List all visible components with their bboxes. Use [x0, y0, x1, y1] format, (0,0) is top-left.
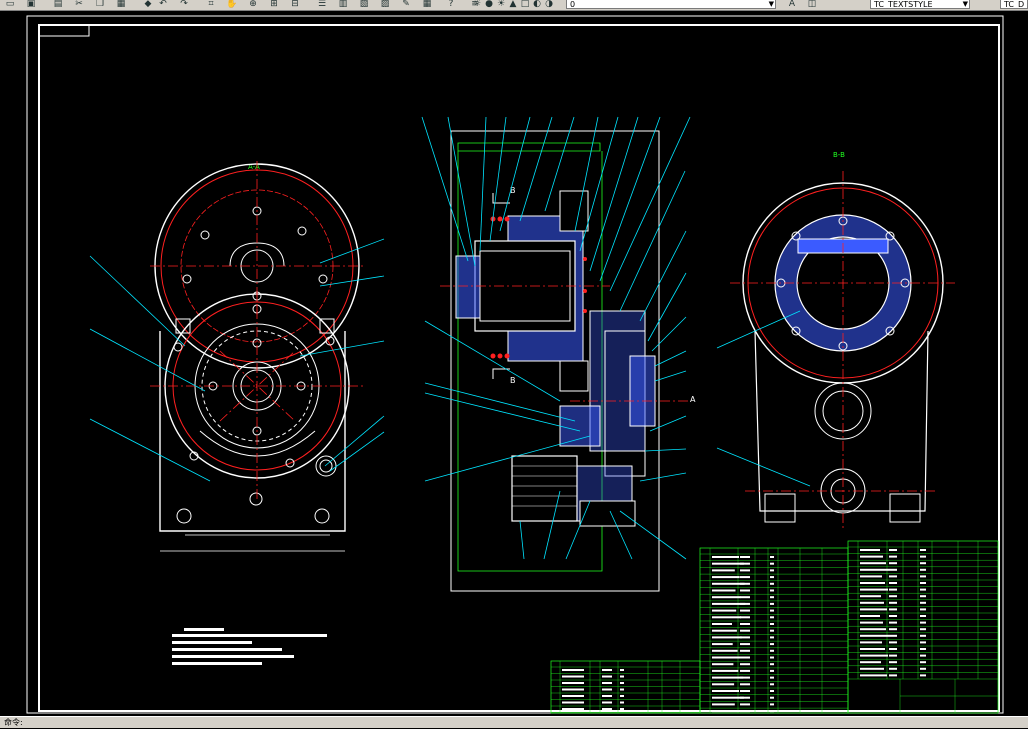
view-b-label: B-B: [833, 151, 845, 159]
view-a-a: A-A: [89, 161, 385, 552]
dim-style-icon[interactable]: ◫: [805, 0, 819, 9]
pan-icon[interactable]: ✋: [225, 0, 239, 9]
section-a-label: A: [690, 395, 696, 404]
section-b-label-bottom: B: [510, 376, 516, 385]
paste-icon[interactable]: ▦: [114, 0, 128, 9]
drawing-canvas[interactable]: A-A B B A B-B: [0, 11, 1028, 716]
table-grid: [551, 541, 998, 713]
sheet-set-icon[interactable]: ▨: [378, 0, 392, 9]
match-icon[interactable]: ◆: [141, 0, 155, 9]
print-icon[interactable]: ▤: [51, 0, 65, 9]
design-center-icon[interactable]: ▥: [336, 0, 350, 9]
text-style-icon[interactable]: A: [785, 0, 799, 9]
dim-style-value: TC_D: [1004, 0, 1025, 9]
calculator-icon[interactable]: ▦: [420, 0, 434, 9]
open-icon[interactable]: ▭: [3, 0, 17, 9]
corner-label-box: [38, 24, 90, 37]
tool-palettes-icon[interactable]: ▧: [357, 0, 371, 9]
layer-match-icon[interactable]: ◑: [542, 0, 556, 9]
help-icon[interactable]: ?: [444, 0, 458, 9]
zoom-realtime-icon[interactable]: ⊕: [246, 0, 260, 9]
technical-notes: [172, 628, 327, 665]
layer-dropdown[interactable]: 0 ▼: [566, 0, 776, 9]
properties-icon[interactable]: ☰: [315, 0, 329, 9]
undo-icon[interactable]: ↶: [156, 0, 170, 9]
outer-frame: [26, 15, 1004, 714]
copy-icon[interactable]: ❐: [93, 0, 107, 9]
save-icon[interactable]: ▣: [24, 0, 38, 9]
zoom-previous-icon[interactable]: ⊟: [288, 0, 302, 9]
command-line[interactable]: 命令:: [0, 716, 1028, 728]
layer-value: 0: [570, 0, 576, 9]
text-style-value: TC_TEXTSTYLE: [874, 0, 933, 9]
text-style-dropdown[interactable]: TC_TEXTSTYLE ▼: [870, 0, 970, 9]
section-view: B B A: [421, 116, 696, 592]
markup-icon[interactable]: ✎: [399, 0, 413, 9]
zoom-window-icon[interactable]: ⊞: [267, 0, 281, 9]
chevron-down-icon[interactable]: ▼: [963, 0, 968, 8]
hyperlink-icon[interactable]: ⌗: [204, 0, 218, 9]
command-prompt: 命令:: [4, 718, 23, 727]
dim-style-dropdown[interactable]: TC_D: [1000, 0, 1028, 9]
chevron-down-icon[interactable]: ▼: [769, 0, 774, 8]
redo-icon[interactable]: ↷: [177, 0, 191, 9]
view-b-b: B-B: [716, 151, 955, 531]
inner-frame: [38, 24, 1000, 712]
cut-icon[interactable]: ✂: [72, 0, 86, 9]
